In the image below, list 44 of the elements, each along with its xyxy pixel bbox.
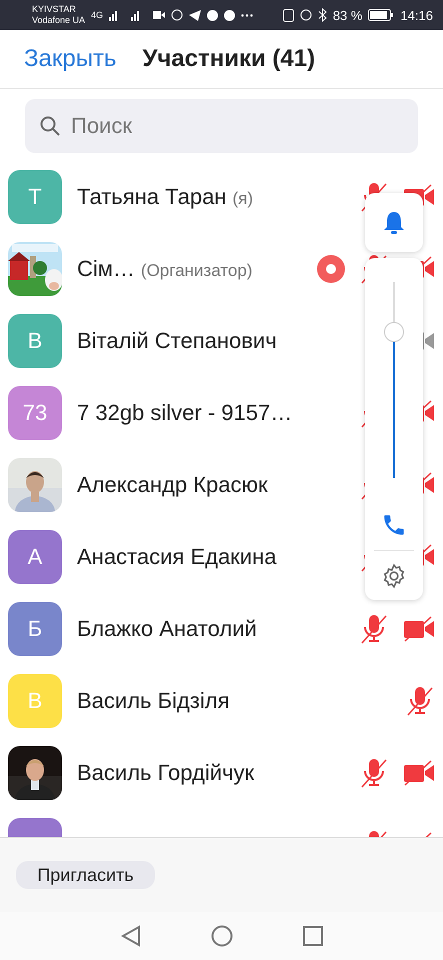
- participant-name: Блажко Анатолий: [77, 616, 257, 642]
- carrier-name: KYIVSTAR: [32, 4, 77, 15]
- video-icon: [153, 11, 166, 19]
- participant-name: Сім…: [77, 256, 135, 282]
- screen-title: Участники (41): [142, 45, 316, 73]
- invite-button[interactable]: Пригласить: [16, 861, 155, 889]
- settings-icon[interactable]: [381, 563, 407, 589]
- battery-percent: 83 %: [332, 8, 362, 22]
- participant-name: Василь Гордійчук: [77, 760, 254, 786]
- telegram-icon: [189, 10, 202, 20]
- participant-name: Александр Красюк: [77, 472, 268, 498]
- bell-icon[interactable]: [382, 210, 406, 236]
- avatar: Б: [8, 602, 62, 656]
- network-type: 4G: [91, 10, 104, 20]
- muted-mic-icon[interactable]: [359, 613, 389, 645]
- search-field[interactable]: Поиск: [25, 99, 418, 153]
- search-icon: [39, 115, 61, 137]
- muted-mic-icon[interactable]: [359, 757, 389, 789]
- avatar: В: [8, 314, 62, 368]
- participant-role: (я): [232, 189, 253, 209]
- participant-name: Татьяна Таран: [77, 184, 226, 210]
- chat-icon: [171, 9, 184, 21]
- battery-icon: [368, 9, 394, 21]
- recents-icon[interactable]: [302, 926, 322, 946]
- more-icon: [241, 14, 254, 16]
- avatar: Т: [8, 170, 62, 224]
- participant-name: 7 32gb silver - 9157…: [77, 400, 292, 426]
- avatar: В: [8, 674, 62, 728]
- home-icon[interactable]: [210, 925, 232, 947]
- muted-video-icon[interactable]: [403, 760, 435, 786]
- slider-thumb[interactable]: [384, 322, 404, 342]
- avatar: 73: [8, 386, 62, 440]
- close-link[interactable]: Закрыть: [24, 45, 116, 73]
- participant-role: (Организатор): [140, 261, 252, 281]
- participant-name: Анастасия Едакина: [77, 544, 276, 570]
- muted-video-icon[interactable]: [403, 616, 435, 642]
- muted-mic-icon[interactable]: [405, 685, 435, 717]
- bluetooth-icon: [318, 8, 327, 22]
- clock: 14:16: [400, 8, 433, 22]
- participant-name: Василь Бідзіля: [77, 688, 230, 714]
- participant-name: Віталій Степанович: [77, 328, 277, 354]
- back-icon[interactable]: [120, 925, 140, 947]
- carrier-name: Vodafone UA: [32, 15, 86, 26]
- avatar: А: [8, 530, 62, 584]
